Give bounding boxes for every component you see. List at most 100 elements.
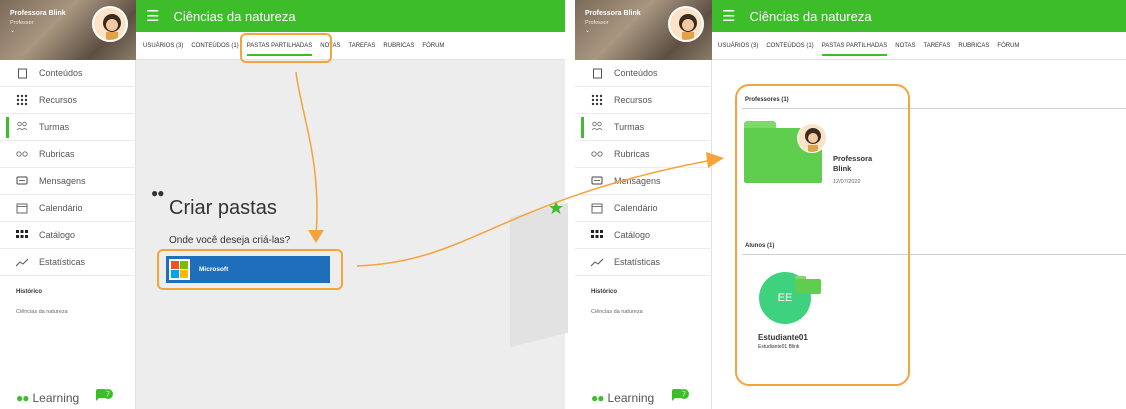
tab-notas[interactable]: NOTAS [895, 39, 915, 53]
glasses-icon [15, 150, 29, 158]
tab-bar-right: USUÁRIOS (3) CONTEÚDOS (1) PASTAS PARTIL… [712, 32, 1126, 60]
tab-conteudos[interactable]: CONTEÚDOS (1) [191, 39, 238, 53]
catalog-icon [590, 230, 604, 240]
screenshot-stage: Professora Blink Professor ⌄ Conteúdos R… [0, 0, 1126, 409]
tab-rubricas[interactable]: RUBRICAS [383, 39, 414, 53]
tab-usuarios[interactable]: USUÁRIOS (3) [718, 39, 758, 53]
sidebar-item-label: Catálogo [614, 230, 651, 240]
brand-dots: ●● [591, 391, 604, 405]
grid-dots-icon [590, 94, 604, 106]
sidebar-item-estatisticas[interactable]: Estatísticas [0, 249, 136, 276]
sidebar-item-calendario[interactable]: Calendário [0, 195, 136, 222]
course-title: Ciências da natureza [173, 8, 296, 24]
sidebar-item-rubricas[interactable]: Rubricas [0, 141, 136, 168]
sidebar-item-label: Rubricas [39, 149, 75, 159]
sidebar-item-label: Calendário [39, 203, 83, 213]
group-icon [590, 121, 604, 133]
tab-tarefas[interactable]: TAREFAS [924, 39, 951, 53]
avatar[interactable] [92, 6, 128, 42]
sidebar-item-rubricas[interactable]: Rubricas [575, 141, 712, 168]
sidebar-item-turmas[interactable]: Turmas [0, 114, 136, 141]
sidebar-item-label: Estatísticas [39, 257, 86, 267]
sidebar-item-label: Turmas [614, 122, 645, 132]
profile-role: Professor [585, 20, 609, 26]
sidebar-item-label: Mensagens [39, 176, 86, 186]
highlight-tab-annotation [240, 33, 332, 63]
chevron-down-icon[interactable]: ⌄ [585, 27, 590, 34]
chat-count: 7 [682, 392, 686, 399]
sidebar-item-label: Conteúdos [614, 68, 658, 78]
chat-icon [590, 176, 604, 187]
chat-count: 7 [106, 392, 110, 399]
sidebar-item-recursos[interactable]: Recursos [0, 87, 136, 114]
topbar-right: ☰ Ciências da natureza [712, 0, 1126, 32]
glasses-icon [590, 150, 604, 158]
sidebar-right: Professora Blink Professor ⌄ Conteúdos R… [575, 0, 712, 409]
sidebar-item-conteudos[interactable]: Conteúdos [0, 60, 136, 87]
sidebar-item-turmas[interactable]: Turmas [575, 114, 712, 141]
chart-line-icon [590, 257, 604, 267]
avatar[interactable] [668, 6, 704, 42]
history-title: Histórico [591, 289, 618, 295]
calendar-icon [15, 202, 29, 214]
profile-name: Professora Blink [10, 10, 66, 17]
catalog-icon [15, 230, 29, 240]
profile-header[interactable]: Professora Blink Professor ⌄ [575, 0, 712, 60]
sidebar-item-catalogo[interactable]: Catálogo [575, 222, 712, 249]
sidebar-item-conteudos[interactable]: Conteúdos [575, 60, 712, 87]
profile-header[interactable]: Professora Blink Professor ⌄ [0, 0, 136, 60]
chart-line-icon [15, 257, 29, 267]
sidebar-item-estatisticas[interactable]: Estatísticas [575, 249, 712, 276]
grid-dots-icon [15, 94, 29, 106]
hamburger-icon[interactable]: ☰ [722, 7, 735, 25]
tab-rubricas[interactable]: RUBRICAS [958, 39, 989, 53]
brand-logo: ●● Learning [16, 391, 79, 405]
sidebar-item-calendario[interactable]: Calendário [575, 195, 712, 222]
sidebar-item-label: Turmas [39, 122, 70, 132]
calendar-icon [590, 202, 604, 214]
sidebar-item-label: Conteúdos [39, 68, 83, 78]
tab-usuarios[interactable]: USUÁRIOS (3) [143, 39, 183, 53]
tab-bar-left: USUÁRIOS (3) CONTEÚDOS (1) PASTAS PARTIL… [136, 32, 565, 60]
decorative-box-illustration [510, 202, 568, 348]
highlight-folders-annotation [735, 84, 910, 386]
chat-bubble-icon[interactable]: 7 [94, 388, 114, 403]
document-icon [590, 68, 604, 79]
tab-conteudos[interactable]: CONTEÚDOS (1) [766, 39, 813, 53]
sidebar-item-label: Recursos [614, 95, 653, 105]
highlight-microsoft-annotation [157, 249, 343, 290]
dialog-dots: ●● [151, 186, 164, 200]
sidebar-left: Professora Blink Professor ⌄ Conteúdos R… [0, 0, 136, 409]
star-icon [549, 201, 563, 214]
sidebar-item-label: Recursos [39, 95, 78, 105]
create-folders-title: Criar pastas [169, 197, 277, 219]
tab-pastas-partilhadas[interactable]: PASTAS PARTILHADAS [821, 39, 887, 56]
history-title: Histórico [16, 289, 43, 295]
hamburger-icon[interactable]: ☰ [146, 7, 159, 25]
brand-text: Learning [607, 391, 655, 405]
sidebar-item-label: Calendário [614, 203, 658, 213]
sidebar-item-mensagens[interactable]: Mensagens [0, 168, 136, 195]
chat-bubble-icon[interactable]: 7 [670, 388, 690, 403]
history-item[interactable]: Ciências da natureza [591, 309, 643, 315]
tab-forum[interactable]: FÓRUM [422, 39, 444, 53]
chevron-down-icon[interactable]: ⌄ [10, 27, 15, 34]
topbar-left: ☰ Ciências da natureza [136, 0, 565, 32]
sidebar-item-catalogo[interactable]: Catálogo [0, 222, 136, 249]
course-title: Ciências da natureza [749, 8, 872, 24]
sidebar-item-label: Estatísticas [614, 257, 661, 267]
sidebar-item-label: Rubricas [614, 149, 650, 159]
tab-forum[interactable]: FÓRUM [997, 39, 1019, 53]
profile-role: Professor [10, 20, 34, 26]
sidebar-item-mensagens[interactable]: Mensagens [575, 168, 712, 195]
brand-logo: ●● Learning [591, 391, 654, 405]
group-icon [15, 121, 29, 133]
sidebar-item-recursos[interactable]: Recursos [575, 87, 712, 114]
tab-tarefas[interactable]: TAREFAS [349, 39, 376, 53]
profile-name: Professora Blink [585, 10, 641, 17]
history-item[interactable]: Ciências da natureza [16, 309, 68, 315]
brand-text: Learning [32, 391, 80, 405]
chat-icon [15, 176, 29, 187]
create-folders-question: Onde você deseja criá-las? [169, 235, 291, 246]
document-icon [15, 68, 29, 79]
